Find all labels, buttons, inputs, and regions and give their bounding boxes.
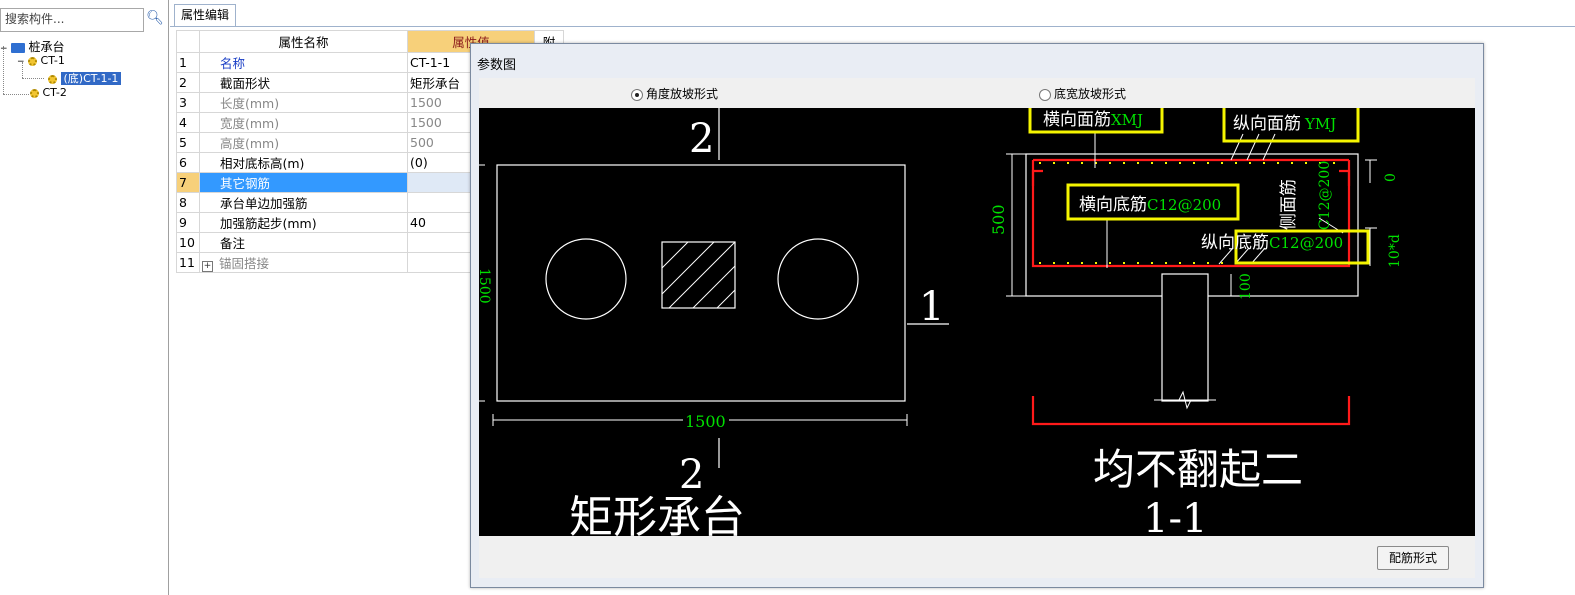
property-name: 承台单边加强筋 (199, 192, 408, 213)
row-number: 11 (176, 252, 200, 273)
column-hatch (661, 241, 736, 309)
property-name-text: 锚固搭接 (219, 256, 270, 271)
row-number: 8 (176, 192, 200, 213)
gear-icon (48, 74, 57, 84)
tree-connector (22, 78, 44, 79)
radio-width-slope[interactable]: 底宽放坡形式 (1039, 85, 1126, 102)
dim-zero-text: 0 (1383, 173, 1399, 182)
property-name: 加强筋起步(mm) (199, 212, 408, 233)
radio-label: 角度放坡形式 (646, 87, 719, 101)
radio-angle-slope[interactable]: 角度放坡形式 (631, 85, 718, 102)
pile-section (1161, 273, 1209, 402)
pile-circle-right (777, 238, 859, 320)
side-rebar-value: C12@200 (1317, 161, 1333, 230)
ymj-leader (1230, 133, 1276, 161)
tree-item-ct1-1[interactable]: (底)CT-1-1 (48, 70, 122, 86)
dialog-title: 参数图 (477, 58, 517, 73)
header-property-name[interactable]: 属性名称 (199, 30, 408, 53)
property-name: 备注 (199, 232, 408, 253)
cap-plan-outline (496, 164, 906, 402)
slope-form-options: 角度放坡形式 底宽放坡形式 (479, 78, 1475, 108)
tree-item-root[interactable]: − 桩承台 (0, 38, 65, 55)
parameter-diagram-dialog: 参数图 角度放坡形式 底宽放坡形式 2 2 1 1500 1500 矩形承台 5… (470, 43, 1484, 588)
tree-item-ct1[interactable]: − CT-1 (17, 54, 65, 67)
pile-cap-icon (11, 43, 26, 53)
ymj-label: 纵向面筋 YMJ (1233, 114, 1336, 134)
section-marker-right: 1 (919, 284, 944, 330)
component-tree-panel: 🔍︎ − 桩承台 − CT-1 (底)CT-1-1 CT-2 (0, 0, 169, 595)
radio-unchecked-icon[interactable] (1039, 88, 1051, 101)
xbottom-label: 横向底筋C12@200 (1079, 195, 1221, 215)
dim-length-text: 1500 (685, 412, 726, 431)
gear-icon (30, 88, 39, 98)
section-title: 1-1 (1143, 496, 1207, 536)
row-number: 2 (176, 72, 200, 93)
collapse-icon[interactable]: − (0, 44, 8, 54)
property-name: 高度(mm) (199, 132, 408, 153)
tree-connector (3, 94, 29, 95)
search-box[interactable] (0, 8, 144, 32)
tree-item-label: CT-1 (40, 54, 65, 67)
row-number: 1 (176, 52, 200, 73)
tab-property-edit[interactable]: 属性编辑 (174, 4, 236, 26)
section-note: 均不翻起二 (1093, 445, 1303, 494)
tree-item-label: CT-2 (42, 86, 67, 99)
drawing-canvas: 2 2 1 1500 1500 矩形承台 500 0 10*d 100 横向面筋… (479, 108, 1475, 536)
side-rebar-label: 侧面筋 (1279, 179, 1299, 230)
dim-100-text: 100 (1238, 273, 1254, 300)
row-number: 3 (176, 92, 200, 113)
search-input[interactable] (1, 9, 144, 29)
gear-icon (28, 56, 38, 66)
collapse-icon[interactable]: − (17, 57, 25, 67)
tab-bar: 属性编辑 (170, 4, 1575, 27)
tree-item-label: (底)CT-1-1 (60, 72, 122, 85)
expand-icon[interactable]: + (202, 261, 213, 272)
section-marker-top: 2 (689, 116, 714, 162)
property-name: 相对底标高(m) (199, 152, 408, 173)
tree-item-label: 桩承台 (28, 40, 65, 54)
row-number: 10 (176, 232, 200, 253)
grid-corner (176, 30, 200, 53)
row-number: 5 (176, 132, 200, 153)
dim-height-text: 500 (989, 204, 1008, 235)
pile-cap-drawing: 2 2 1 1500 1500 矩形承台 500 0 10*d 100 横向面筋… (479, 108, 1403, 536)
property-name: 名称 (199, 52, 408, 73)
plan-title: 矩形承台 (569, 492, 745, 536)
search-icon[interactable]: 🔍︎ (146, 10, 164, 30)
dialog-footer: 配筋形式 (479, 536, 1475, 578)
tree-item-ct2[interactable]: CT-2 (30, 86, 67, 99)
property-name: 宽度(mm) (199, 112, 408, 133)
row-number: 9 (176, 212, 200, 233)
radio-checked-icon[interactable] (631, 88, 643, 101)
row-number: 7 (176, 172, 200, 193)
row-number: 4 (176, 112, 200, 133)
property-name: 其它钢筋 (199, 172, 408, 193)
property-name: 截面形状 (199, 72, 408, 93)
ybottom-label: 纵向底筋C12@200 (1201, 233, 1343, 253)
dim-width-text: 1500 (479, 268, 492, 304)
pile-circle-left (545, 238, 627, 320)
row-number: 6 (176, 152, 200, 173)
rebar-form-button[interactable]: 配筋形式 (1377, 546, 1449, 570)
property-name: + 锚固搭接 (199, 252, 408, 273)
dim-10d-text: 10*d (1387, 234, 1403, 268)
property-name: 长度(mm) (199, 92, 408, 113)
radio-label: 底宽放坡形式 (1054, 87, 1127, 101)
xmj-label: 横向面筋XMJ (1043, 110, 1143, 130)
